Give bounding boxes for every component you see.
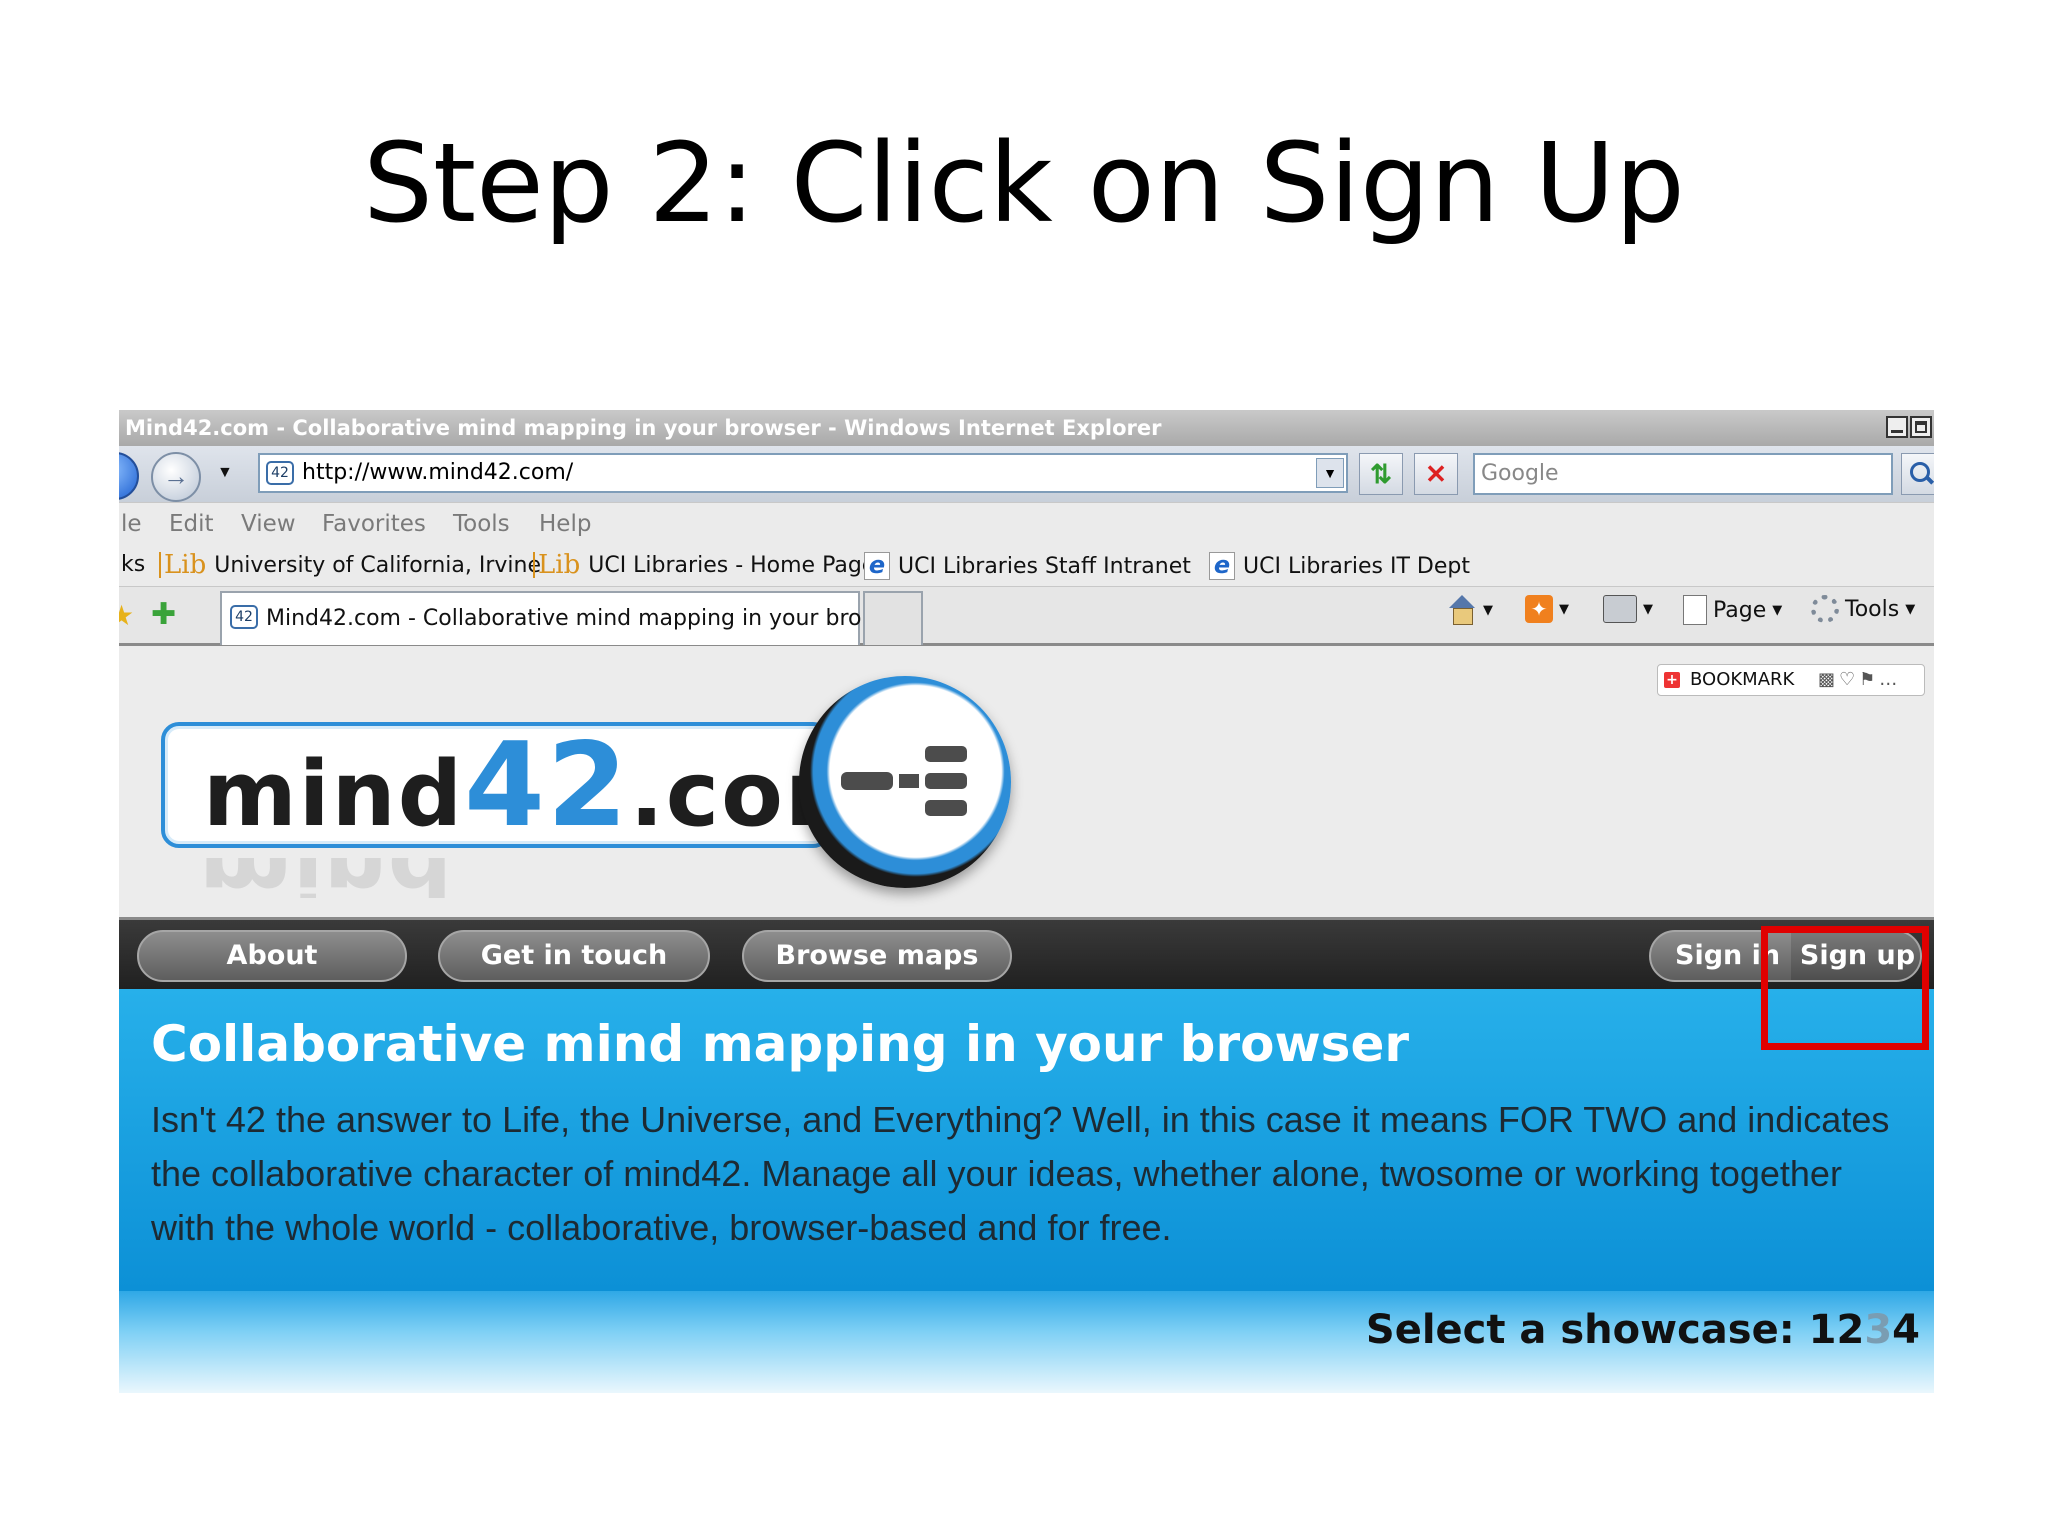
link-label: University of California, Irvine bbox=[214, 552, 542, 578]
logo-reflection-text: mind bbox=[199, 858, 452, 898]
showcase-item[interactable]: 1 bbox=[1809, 1307, 1837, 1353]
browser-screenshot: Mind42.com - Collaborative mind mapping … bbox=[119, 410, 1934, 1393]
mindmap-node bbox=[925, 746, 967, 762]
logo-reflection: mind bbox=[161, 858, 831, 898]
address-text[interactable]: http://www.mind42.com/ bbox=[302, 455, 573, 491]
mindmap-logo-icon bbox=[799, 676, 1011, 888]
ie-page-icon: e bbox=[864, 552, 890, 580]
print-button[interactable]: ▼ bbox=[1603, 595, 1653, 623]
chevron-down-icon: ▼ bbox=[1643, 601, 1653, 617]
link-uci-libraries-home[interactable]: Lib UCI Libraries - Home Page bbox=[533, 552, 875, 578]
hero-title: Collaborative mind mapping in your brows… bbox=[151, 1015, 1410, 1073]
get-in-touch-button[interactable]: Get in touch bbox=[438, 930, 710, 982]
site-favicon: 42 bbox=[230, 605, 258, 629]
links-label: ks bbox=[121, 552, 146, 577]
showcase-selector: Select a showcase: 1234 bbox=[1366, 1307, 1920, 1353]
sign-up-highlight-box bbox=[1761, 926, 1929, 1050]
tools-menu-button[interactable]: Tools ▼ bbox=[1811, 595, 1915, 623]
chevron-down-icon: ▼ bbox=[1483, 602, 1493, 618]
logo-text: mind42.com bbox=[203, 728, 881, 847]
chevron-down-icon: ▼ bbox=[1905, 601, 1916, 617]
favorites-star-icon[interactable]: ★ bbox=[119, 599, 134, 632]
menu-tools[interactable]: Tools bbox=[453, 511, 510, 537]
ie-page-icon: e bbox=[1209, 552, 1235, 580]
showcase-item-active[interactable]: 3 bbox=[1864, 1307, 1892, 1353]
gear-icon bbox=[1811, 595, 1839, 623]
showcase-item[interactable]: 4 bbox=[1892, 1307, 1920, 1353]
new-tab-button[interactable] bbox=[863, 591, 923, 645]
window-titlebar: Mind42.com - Collaborative mind mapping … bbox=[119, 410, 1934, 446]
about-button[interactable]: About bbox=[137, 930, 407, 982]
plus-icon: + bbox=[1664, 672, 1680, 688]
link-label: UCI Libraries IT Dept bbox=[1243, 553, 1470, 579]
logo-mind: mind bbox=[203, 742, 465, 847]
mindmap-bar bbox=[841, 772, 893, 790]
showcase-strip: Select a showcase: 1234 bbox=[119, 1291, 1934, 1393]
showcase-label: Select a showcase: bbox=[1365, 1307, 1809, 1353]
mindmap-node bbox=[925, 773, 967, 789]
history-dropdown-icon[interactable]: ▼ bbox=[217, 464, 233, 482]
menu-favorites[interactable]: Favorites bbox=[322, 511, 426, 537]
hero-section: Collaborative mind mapping in your brows… bbox=[119, 989, 1934, 1291]
add-favorite-icon[interactable]: ✚ bbox=[151, 597, 176, 632]
social-icons: ▩♡⚑… bbox=[1818, 669, 1902, 690]
menu-help[interactable]: Help bbox=[539, 511, 591, 537]
link-uc-irvine[interactable]: Lib University of California, Irvine bbox=[159, 552, 541, 578]
bookmark-label: BOOKMARK bbox=[1690, 669, 1795, 690]
site-favicon: 42 bbox=[266, 461, 294, 485]
chevron-down-icon: ▼ bbox=[1772, 602, 1783, 618]
tools-menu-label: Tools bbox=[1845, 596, 1900, 622]
window-controls bbox=[1886, 416, 1932, 438]
minimize-icon[interactable] bbox=[1886, 416, 1908, 438]
rss-icon: ✦ bbox=[1525, 595, 1553, 623]
menu-bar: le Edit View Favorites Tools Help bbox=[119, 502, 1934, 545]
mindmap-connector bbox=[899, 774, 919, 788]
address-bar[interactable]: 42 http://www.mind42.com/ ▼ bbox=[258, 453, 1348, 493]
site-logo[interactable]: mind42.com bbox=[161, 722, 879, 848]
tab-bar: ★ ✚ 42 Mind42.com - Collaborative mind m… bbox=[119, 586, 1934, 646]
maximize-icon[interactable] bbox=[1910, 416, 1932, 438]
printer-icon bbox=[1603, 595, 1637, 623]
menu-edit[interactable]: Edit bbox=[169, 511, 214, 537]
links-bar: ks Lib University of California, Irvine … bbox=[119, 544, 1934, 586]
menu-view[interactable]: View bbox=[241, 511, 296, 537]
window-title: Mind42.com - Collaborative mind mapping … bbox=[125, 416, 1162, 440]
logo-42: 42 bbox=[464, 718, 630, 853]
page-icon bbox=[1683, 595, 1707, 625]
hero-description: Isn't 42 the answer to Life, the Univers… bbox=[151, 1099, 1890, 1248]
mindmap-node bbox=[925, 800, 967, 816]
webpage-content: + BOOKMARK ▩♡⚑… mind42.com mind About Ge… bbox=[119, 646, 1934, 1393]
menu-file[interactable]: le bbox=[121, 511, 142, 537]
browse-maps-button[interactable]: Browse maps bbox=[742, 930, 1012, 982]
tab-title: Mind42.com - Collaborative mind mapping … bbox=[266, 606, 883, 631]
showcase-item[interactable]: 2 bbox=[1836, 1307, 1864, 1353]
page-menu-button[interactable]: Page ▼ bbox=[1683, 595, 1782, 625]
site-navbar: About Get in touch Browse maps Sign in S… bbox=[119, 917, 1934, 992]
forward-button[interactable]: → bbox=[151, 452, 201, 502]
stop-button[interactable]: ✕ bbox=[1414, 453, 1458, 495]
search-icon bbox=[1910, 462, 1930, 482]
home-icon bbox=[1447, 595, 1477, 625]
lib-icon: Lib bbox=[533, 552, 580, 578]
address-toolbar: → ▼ 42 http://www.mind42.com/ ▼ ⇅ ✕ Goog… bbox=[119, 446, 1934, 502]
slide-title: Step 2: Click on Sign Up bbox=[363, 119, 1685, 247]
back-button[interactable] bbox=[119, 452, 139, 500]
page-menu-label: Page bbox=[1713, 597, 1767, 623]
link-label: UCI Libraries - Home Page bbox=[588, 552, 876, 578]
search-input[interactable]: Google bbox=[1473, 453, 1893, 495]
link-uci-it-dept[interactable]: e UCI Libraries IT Dept bbox=[1209, 552, 1470, 580]
home-button[interactable]: ▼ bbox=[1447, 595, 1493, 625]
lib-icon: Lib bbox=[159, 552, 206, 578]
feeds-button[interactable]: ✦ ▼ bbox=[1525, 595, 1569, 623]
chevron-down-icon: ▼ bbox=[1559, 601, 1569, 617]
bookmark-widget[interactable]: + BOOKMARK ▩♡⚑… bbox=[1657, 664, 1925, 696]
tab-mind42[interactable]: 42 Mind42.com - Collaborative mind mappi… bbox=[220, 591, 882, 645]
refresh-button[interactable]: ⇅ bbox=[1359, 453, 1403, 495]
link-label: UCI Libraries Staff Intranet bbox=[898, 553, 1191, 579]
address-dropdown-icon[interactable]: ▼ bbox=[1316, 458, 1344, 488]
link-uci-staff-intranet[interactable]: e UCI Libraries Staff Intranet bbox=[864, 552, 1191, 580]
search-button[interactable] bbox=[1901, 453, 1934, 495]
